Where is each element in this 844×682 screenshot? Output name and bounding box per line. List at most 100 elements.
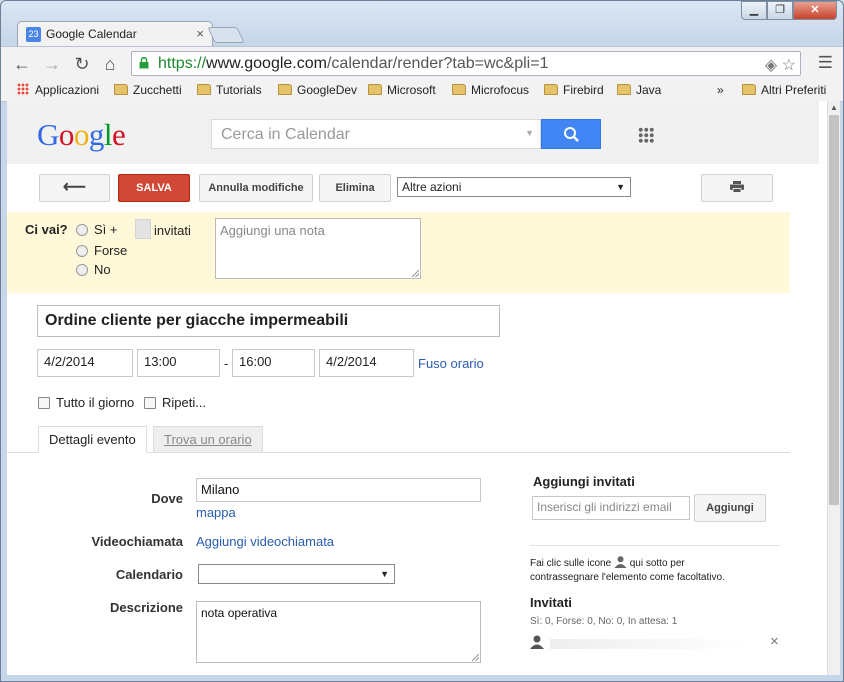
add-video-call-link[interactable]: Aggiungi videochiamata (196, 534, 334, 549)
guest-name (550, 639, 750, 649)
timezone-link[interactable]: Fuso orario (418, 356, 484, 371)
back-arrow-icon: ⟵ (63, 179, 86, 196)
search-button[interactable] (541, 119, 601, 149)
time-separator: - (224, 356, 229, 371)
reload-icon[interactable]: ↻ (71, 53, 93, 75)
scrollbar-thumb[interactable] (829, 115, 839, 505)
rsvp-no-option[interactable]: No (76, 262, 111, 277)
calendar-select[interactable]: ▼ (198, 564, 395, 584)
bookmark-item[interactable]: Zucchetti (114, 83, 182, 97)
calendar-label: Calendario (115, 567, 183, 582)
guest-row: × (530, 633, 780, 655)
dropdown-arrow-icon: ▼ (616, 182, 625, 192)
radio-no[interactable] (76, 264, 88, 276)
folder-icon (368, 84, 382, 95)
start-date-input[interactable]: 4/2/2014 (37, 349, 133, 377)
minimize-icon[interactable]: ▁ (741, 1, 767, 20)
optional-hint: Fai clic sulle icone qui sotto per contr… (530, 556, 725, 583)
guest-count-input[interactable] (135, 219, 151, 239)
description-label: Descrizione (110, 600, 183, 615)
rsvp-question: Ci vai? (25, 222, 68, 237)
folder-icon (114, 84, 128, 95)
guest-email-input[interactable]: Inserisci gli indirizzi email (532, 496, 690, 520)
calendar-favicon-icon: 23 (26, 27, 41, 42)
bookmark-apps[interactable]: Applicazioni (17, 83, 99, 97)
browser-tab[interactable]: 23 Google Calendar × (17, 21, 213, 47)
url-text: https://www.google.com/calendar/render?t… (158, 55, 549, 72)
print-button[interactable] (701, 174, 773, 202)
bookmark-item[interactable]: Firebird (544, 83, 604, 97)
map-link[interactable]: mappa (196, 505, 236, 520)
guests-list-title: Invitati (530, 595, 572, 610)
home-icon[interactable]: ⌂ (99, 53, 121, 75)
search-input[interactable]: Cerca in Calendar ▼ (211, 119, 541, 149)
printer-icon (730, 181, 744, 193)
description-textarea[interactable]: nota operativa (196, 601, 481, 663)
tab-find-time[interactable]: Trova un orario (153, 426, 263, 453)
back-button[interactable]: ⟵ (39, 174, 110, 202)
apps-launcher-icon[interactable] (638, 127, 654, 143)
person-icon[interactable] (530, 635, 544, 649)
rsvp-panel: Ci vai? Sì + invitati Forse No Aggiungi … (7, 212, 790, 293)
end-date-input[interactable]: 4/2/2014 (319, 349, 414, 377)
page-content: Google Cerca in Calendar ▼ ⟵ SALVA Annul… (7, 101, 827, 675)
discard-changes-button[interactable]: Annulla modifiche (199, 174, 313, 202)
address-bar[interactable]: https://www.google.com/calendar/render?t… (131, 51, 801, 76)
google-header: Google Cerca in Calendar ▼ (7, 101, 819, 164)
add-guest-button[interactable]: Aggiungi (694, 494, 766, 522)
google-logo[interactable]: Google (37, 117, 126, 153)
bookmark-item[interactable]: Microsoft (368, 83, 436, 97)
new-tab-button[interactable] (207, 27, 245, 43)
apps-grid-icon (17, 83, 29, 95)
bookmark-item[interactable]: Microfocus (452, 83, 529, 97)
bookmark-item[interactable]: GoogleDev (278, 83, 357, 97)
dropdown-arrow-icon: ▼ (380, 569, 389, 579)
bookmark-item[interactable]: Tutorials (197, 83, 262, 97)
radio-yes[interactable] (76, 224, 88, 236)
window-controls: ▁ ❐ ✕ (741, 1, 837, 21)
maximize-icon[interactable]: ❐ (767, 1, 793, 20)
add-guests-title: Aggiungi invitati (533, 474, 635, 489)
bookmark-item[interactable]: Java (617, 83, 661, 97)
close-window-icon[interactable]: ✕ (793, 1, 837, 20)
rsvp-yes-option[interactable]: Sì + (76, 222, 118, 237)
all-day-option[interactable]: Tutto il giorno (38, 395, 134, 410)
guests-divider (530, 545, 780, 546)
where-input[interactable]: Milano (196, 478, 481, 502)
repeat-checkbox[interactable] (144, 397, 156, 409)
folder-icon (617, 84, 631, 95)
menu-icon[interactable]: ☰ (818, 53, 833, 73)
end-time-input[interactable]: 16:00 (232, 349, 315, 377)
close-tab-icon[interactable]: × (196, 26, 204, 41)
event-title-input[interactable]: Ordine cliente per giacche impermeabili (37, 305, 500, 337)
rsvp-note-textarea[interactable]: Aggiungi una nota (215, 218, 421, 279)
rsvp-maybe-option[interactable]: Forse (76, 243, 127, 258)
search-dropdown-icon[interactable]: ▼ (525, 128, 534, 138)
delete-button[interactable]: Elimina (319, 174, 391, 202)
back-arrow-icon[interactable]: ← (11, 53, 33, 75)
start-time-input[interactable]: 13:00 (137, 349, 220, 377)
page-scrollbar[interactable]: ▲ (827, 101, 840, 675)
other-bookmarks[interactable]: Altri Preferiti (742, 83, 826, 97)
search-placeholder: Cerca in Calendar (221, 126, 350, 143)
bookmarks-overflow[interactable]: » (717, 83, 724, 97)
radio-maybe[interactable] (76, 245, 88, 257)
resize-grip-icon[interactable] (412, 270, 419, 277)
tab-title: Google Calendar (46, 27, 137, 41)
extension-icon[interactable]: ◈ (765, 57, 777, 74)
remove-guest-icon[interactable]: × (770, 633, 779, 650)
resize-grip-icon[interactable] (472, 654, 479, 661)
save-button[interactable]: SALVA (118, 174, 190, 202)
repeat-option[interactable]: Ripeti... (144, 395, 206, 410)
person-icon (614, 556, 627, 568)
star-icon[interactable]: ☆ (782, 57, 796, 74)
folder-icon (544, 84, 558, 95)
where-label: Dove (151, 491, 183, 506)
all-day-checkbox[interactable] (38, 397, 50, 409)
magnifier-icon (564, 127, 579, 142)
forward-arrow-icon[interactable]: → (41, 53, 63, 75)
scroll-up-icon[interactable]: ▲ (830, 103, 838, 112)
folder-icon (452, 84, 466, 95)
more-actions-select[interactable]: Altre azioni ▼ (397, 177, 631, 197)
tab-event-details[interactable]: Dettagli evento (38, 426, 147, 453)
